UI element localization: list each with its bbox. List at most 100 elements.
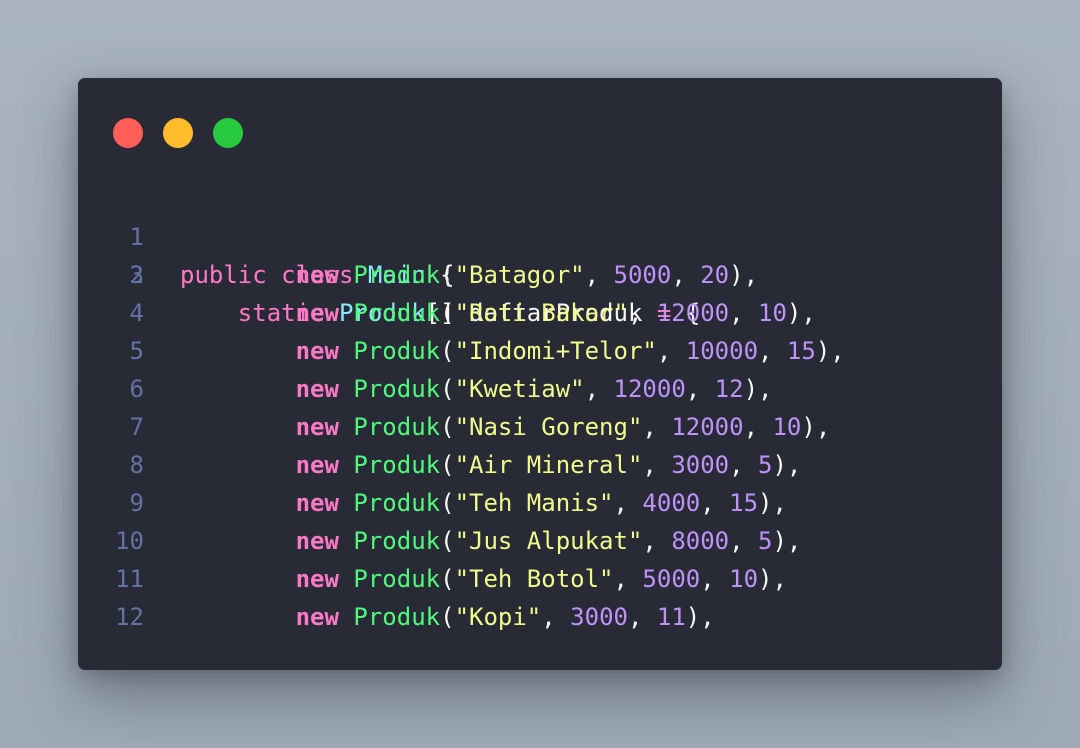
string-token: "Kwetiaw" (454, 375, 585, 403)
number-token: 11 (656, 603, 686, 631)
paren-token: ( (440, 261, 455, 289)
string-token: "Kopi" (454, 603, 542, 631)
code-text: new Produk("Teh Manis", 4000, 15), (180, 484, 787, 522)
separator-token: , (627, 603, 657, 631)
keyword-token: new (295, 375, 339, 403)
paren-token: ( (440, 527, 455, 555)
string-token: "Jus Alpukat" (454, 527, 643, 555)
code-line: 9 new Produk("Teh Manis", 4000, 15), (78, 484, 1002, 522)
line-number: 6 (129, 375, 144, 403)
code-text: new Produk("Roti Bakar", 12000, 10), (180, 294, 816, 332)
separator-token: , (743, 413, 773, 441)
separator-token: , (627, 299, 657, 327)
code-line: 10 new Produk("Jus Alpukat", 8000, 5), (78, 522, 1002, 560)
separator-token: , (642, 527, 672, 555)
string-token: "Roti Bakar" (454, 299, 628, 327)
separator-token: , (584, 261, 614, 289)
zoom-dot-icon (213, 118, 243, 148)
close-dot-icon (113, 118, 143, 148)
keyword-token: new (295, 603, 339, 631)
line-number: 12 (115, 603, 144, 631)
class-token: Produk (353, 413, 441, 441)
string-token: "Nasi Goreng" (454, 413, 643, 441)
code-line: 2 static Produk[] daftarProduk = { (78, 218, 1002, 327)
separator-token: , (656, 337, 686, 365)
number-token: 4000 (642, 489, 701, 517)
class-token: Produk (353, 565, 441, 593)
separator-token: , (642, 413, 672, 441)
code-text: new Produk("Batagor", 5000, 20), (180, 256, 758, 294)
string-token: "Air Mineral" (454, 451, 643, 479)
number-token: 12 (714, 375, 744, 403)
separator-token: , (758, 337, 787, 365)
number-token: 5000 (613, 261, 672, 289)
code-line: 4 new Produk("Roti Bakar", 12000, 10), (78, 294, 1002, 332)
number-token: 5 (758, 527, 773, 555)
code-window: 1 public class Main { 2 static Produk[] … (78, 78, 1002, 670)
class-token: Produk (353, 451, 441, 479)
number-token: 12000 (613, 375, 686, 403)
paren-token: ), (786, 299, 816, 327)
class-token: Produk (353, 603, 441, 631)
paren-token: ( (440, 299, 455, 327)
separator-token: , (671, 261, 701, 289)
string-token: "Indomi+Telor" (454, 337, 657, 365)
paren-token: ), (801, 413, 831, 441)
code-line: 1 public class Main { (78, 180, 1002, 289)
paren-token: ), (685, 603, 715, 631)
code-text: new Produk("Kwetiaw", 12000, 12), (180, 370, 773, 408)
class-token: Produk (353, 337, 441, 365)
paren-token: ( (440, 603, 455, 631)
line-number: 7 (129, 413, 144, 441)
code-line: 5 new Produk("Indomi+Telor", 10000, 15), (78, 332, 1002, 370)
class-token: Produk (353, 527, 441, 555)
paren-token: ), (729, 261, 759, 289)
paren-token: ), (772, 451, 802, 479)
number-token: 20 (700, 261, 730, 289)
paren-token: ( (440, 375, 455, 403)
code-line: 6 new Produk("Kwetiaw", 12000, 12), (78, 370, 1002, 408)
code-text: new Produk("Jus Alpukat", 8000, 5), (180, 522, 802, 560)
paren-token: ), (758, 565, 787, 593)
code-block: 1 public class Main { 2 static Produk[] … (78, 180, 1002, 636)
string-token: "Teh Manis" (454, 489, 614, 517)
keyword-token: new (295, 337, 339, 365)
keyword-token: new (295, 261, 339, 289)
minimize-dot-icon (163, 118, 193, 148)
code-line: 8 new Produk("Air Mineral", 3000, 5), (78, 446, 1002, 484)
keyword-token: new (295, 413, 339, 441)
line-number: 11 (115, 565, 144, 593)
line-number: 4 (129, 299, 144, 327)
number-token: 10000 (685, 337, 759, 365)
paren-token: ), (743, 375, 773, 403)
class-token: Produk (353, 261, 441, 289)
number-token: 10 (729, 565, 759, 593)
code-line: 11 new Produk("Teh Botol", 5000, 10), (78, 560, 1002, 598)
line-number: 3 (129, 261, 144, 289)
code-line: 3 new Produk("Batagor", 5000, 20), (78, 256, 1002, 294)
code-text: new Produk("Teh Botol", 5000, 10), (180, 560, 787, 598)
paren-token: ( (440, 337, 455, 365)
code-text: new Produk("Air Mineral", 3000, 5), (180, 446, 802, 484)
string-token: "Teh Botol" (454, 565, 614, 593)
paren-token: ( (440, 413, 455, 441)
separator-token: , (613, 489, 643, 517)
separator-token: , (700, 565, 730, 593)
line-number: 10 (115, 527, 144, 555)
separator-token: , (700, 489, 730, 517)
number-token: 5000 (642, 565, 701, 593)
number-token: 10 (772, 413, 802, 441)
code-text: new Produk("Kopi", 3000, 11), (180, 598, 715, 636)
keyword-token: new (295, 565, 339, 593)
code-text: new Produk("Indomi+Telor", 10000, 15), (180, 332, 845, 370)
separator-token: , (729, 527, 759, 555)
keyword-token: new (295, 527, 339, 555)
keyword-token: new (295, 451, 339, 479)
number-token: 12000 (656, 299, 730, 327)
number-token: 15 (786, 337, 816, 365)
number-token: 8000 (671, 527, 730, 555)
paren-token: ), (815, 337, 845, 365)
number-token: 5 (758, 451, 773, 479)
separator-token: , (729, 451, 759, 479)
separator-token: , (613, 565, 643, 593)
